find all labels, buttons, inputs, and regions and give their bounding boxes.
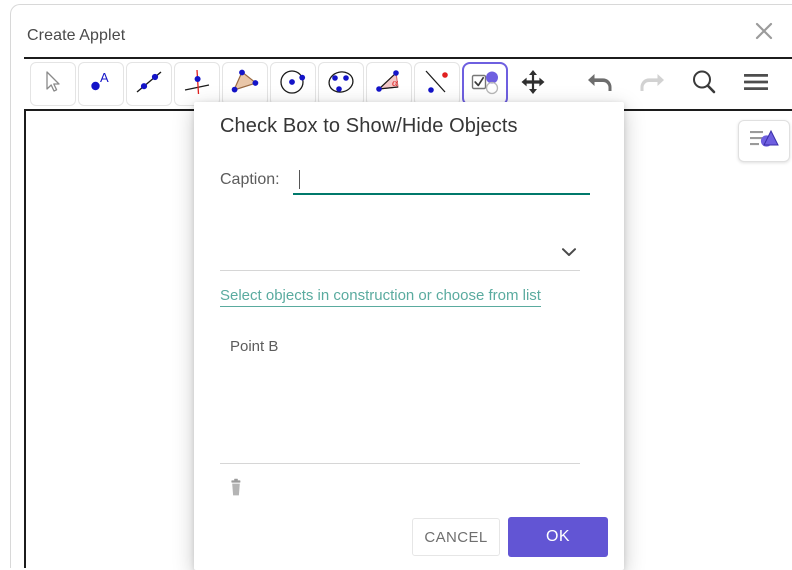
reflect-tool[interactable] <box>414 62 460 106</box>
point-tool[interactable]: A <box>78 62 124 106</box>
svg-text:α: α <box>392 77 398 89</box>
checkbox-show-hide-icon <box>470 68 500 101</box>
dialog-title: Check Box to Show/Hide Objects <box>220 115 518 137</box>
tool-group: A α <box>24 62 556 106</box>
move-arrows-icon <box>518 68 548 101</box>
line-through-points-icon <box>134 68 164 101</box>
window-title: Create Applet <box>27 27 126 44</box>
caption-input[interactable] <box>292 170 590 193</box>
trash-icon <box>226 478 246 505</box>
perpendicular-line-icon <box>182 68 212 101</box>
checkbox-tool[interactable] <box>462 62 508 106</box>
caption-label: Caption: <box>220 171 280 188</box>
circle-tool[interactable] <box>270 62 316 106</box>
object-select-dropdown[interactable] <box>220 236 580 271</box>
svg-text:A: A <box>100 70 109 85</box>
circle-icon <box>278 68 308 101</box>
polygon-icon <box>230 68 260 101</box>
arrow-cursor-icon <box>39 68 67 101</box>
dialog-actions: CANCEL OK <box>412 517 608 557</box>
delete-button[interactable] <box>222 477 250 505</box>
reflect-about-line-icon <box>422 68 452 101</box>
angle-tool[interactable]: α <box>366 62 412 106</box>
list-item[interactable]: Point B <box>220 330 580 363</box>
checkbox-dialog: Check Box to Show/Hide Objects Caption: … <box>194 102 624 570</box>
hamburger-menu-icon <box>741 69 771 100</box>
redo-icon <box>637 69 667 100</box>
line-tool[interactable] <box>126 62 172 106</box>
object-list[interactable]: Point B <box>220 330 580 464</box>
redo-button[interactable] <box>629 62 675 106</box>
move-graphics-tool[interactable] <box>510 62 556 106</box>
text-caret <box>298 170 300 189</box>
polygon-tool[interactable] <box>222 62 268 106</box>
cancel-button[interactable]: CANCEL <box>412 518 500 556</box>
close-icon[interactable] <box>748 15 780 47</box>
point-with-label-icon: A <box>86 68 116 101</box>
search-icon <box>689 67 719 102</box>
create-applet-window: Create Applet A α Check Box to Show/Hide… <box>10 4 792 570</box>
style-bar-icon <box>748 126 780 157</box>
conic-tool[interactable] <box>318 62 364 106</box>
menu-button[interactable] <box>733 62 779 106</box>
caption-row: Caption: <box>220 170 590 195</box>
style-bar-button[interactable] <box>738 120 790 162</box>
ellipse-icon <box>326 68 356 101</box>
chevron-down-icon[interactable] <box>560 245 578 264</box>
search-button[interactable] <box>681 62 727 106</box>
angle-alpha-icon: α <box>374 68 404 101</box>
caption-field-wrap <box>292 170 590 195</box>
move-tool[interactable] <box>30 62 76 106</box>
toolbar-actions <box>577 62 792 106</box>
title-bar: Create Applet <box>11 5 792 57</box>
undo-icon <box>585 69 615 100</box>
ok-button[interactable]: OK <box>508 517 608 557</box>
perpendicular-line-tool[interactable] <box>174 62 220 106</box>
select-objects-link[interactable]: Select objects in construction or choose… <box>220 287 541 307</box>
undo-button[interactable] <box>577 62 623 106</box>
